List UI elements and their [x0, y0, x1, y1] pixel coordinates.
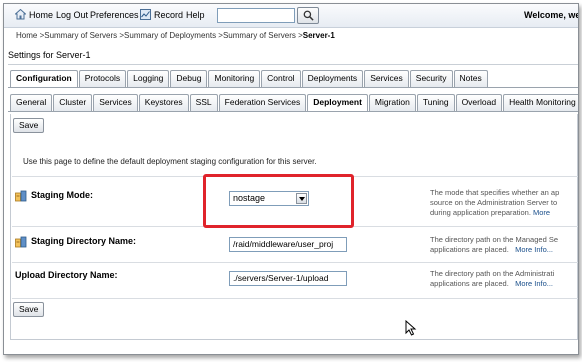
upload-directory-input[interactable]: ./servers/Server-1/upload [229, 271, 347, 286]
tab-monitoring[interactable]: Monitoring [208, 70, 261, 87]
staging-directory-input[interactable]: /raid/middleware/user_proj [229, 237, 347, 252]
help-link[interactable]: Help [186, 10, 205, 20]
staging-mode-more-link[interactable]: More [533, 208, 550, 217]
save-button-bottom[interactable]: Save [13, 302, 45, 317]
subtab-keystores[interactable]: Keystores [138, 94, 189, 111]
upload-directory-label: Upload Directory Name: [15, 270, 118, 280]
record-link[interactable]: Record [154, 10, 183, 20]
tab-deployments[interactable]: Deployments [301, 70, 364, 87]
logout-link[interactable]: Log Out [56, 10, 88, 20]
primary-tabs: Configuration Protocols Logging Debug Mo… [10, 70, 489, 88]
staging-mode-help-line3: during application preparation. More [430, 208, 570, 218]
highlight-annotation [203, 174, 354, 228]
staging-directory-label: Staging Directory Name: [31, 236, 137, 246]
upload-directory-help: The directory path on the Administrati a… [430, 269, 570, 289]
subtab-deployment[interactable]: Deployment [307, 94, 368, 112]
home-link[interactable]: Home [29, 10, 53, 20]
primary-tabs-divider [8, 87, 578, 88]
record-icon [140, 9, 151, 20]
mouse-cursor-icon [405, 320, 417, 336]
staging-mode-help-text3: during application preparation. [430, 208, 531, 217]
staging-directory-help-line2: applications are placed. More Info... [430, 245, 570, 255]
upload-directory-help-text2: applications are placed. [430, 279, 509, 288]
staging-mode-help-line2: source on the Administration Server to [430, 198, 558, 207]
tab-debug[interactable]: Debug [170, 70, 208, 87]
subtab-migration[interactable]: Migration [368, 94, 416, 111]
preferences-link[interactable]: Preferences [90, 10, 139, 20]
tab-control[interactable]: Control [261, 70, 301, 87]
cluster-restart-icon [15, 236, 27, 248]
browser-window: Home Log Out Preferences Record Help Wel… [3, 3, 579, 355]
upload-directory-help-line1: The directory path on the Administrati [430, 269, 555, 278]
subtab-ssl[interactable]: SSL [189, 94, 218, 111]
tab-logging[interactable]: Logging [127, 70, 170, 87]
staging-directory-help: The directory path on the Managed Se app… [430, 235, 570, 255]
tab-configuration[interactable]: Configuration [10, 70, 78, 88]
page-description: Use this page to define the default depl… [23, 157, 317, 166]
rows-bottom-divider [12, 298, 578, 299]
tab-security[interactable]: Security [409, 70, 453, 87]
cluster-restart-icon [15, 190, 27, 202]
staging-directory-more-link[interactable]: More Info... [515, 245, 553, 254]
subtab-services[interactable]: Services [93, 94, 138, 111]
upload-directory-help-line2: applications are placed. More Info... [430, 279, 570, 289]
subtab-general[interactable]: General [10, 94, 53, 111]
top-navigation-bar: Home Log Out Preferences Record Help Wel… [4, 4, 578, 28]
subtab-overload[interactable]: Overload [455, 94, 503, 111]
search-button[interactable] [297, 7, 319, 24]
staging-directory-help-text2: applications are placed. [430, 245, 509, 254]
save-button-top[interactable]: Save [13, 118, 45, 133]
staging-mode-help-line1: The mode that specifies whether an ap [430, 188, 560, 197]
subtab-tuning[interactable]: Tuning [416, 94, 455, 111]
subtab-federation-services[interactable]: Federation Services [218, 94, 307, 111]
search-icon [303, 10, 314, 21]
breadcrumb-trail[interactable]: Home >Summary of Servers >Summary of Dep… [16, 31, 303, 40]
breadcrumb-current: Server-1 [302, 31, 335, 40]
welcome-text: Welcome, we [524, 10, 579, 20]
breadcrumb: Home >Summary of Servers >Summary of Dep… [16, 31, 335, 40]
page-title: Settings for Server-1 [8, 50, 91, 60]
tab-protocols[interactable]: Protocols [78, 70, 127, 87]
subtab-health-monitoring[interactable]: Health Monitoring [503, 94, 578, 111]
tab-services[interactable]: Services [364, 70, 409, 87]
tab-notes[interactable]: Notes [453, 70, 488, 87]
title-divider [8, 64, 578, 65]
secondary-tabs-divider [8, 111, 578, 112]
subtab-cluster[interactable]: Cluster [53, 94, 93, 111]
staging-mode-label: Staging Mode: [31, 190, 93, 200]
home-icon [15, 9, 26, 20]
upload-directory-more-link[interactable]: More Info... [515, 279, 553, 288]
staging-directory-help-line1: The directory path on the Managed Se [430, 235, 558, 244]
staging-mode-help: The mode that specifies whether an ap so… [430, 188, 570, 218]
secondary-tabs: General Cluster Services Keystores SSL F… [10, 94, 578, 112]
search-input[interactable] [217, 8, 295, 23]
